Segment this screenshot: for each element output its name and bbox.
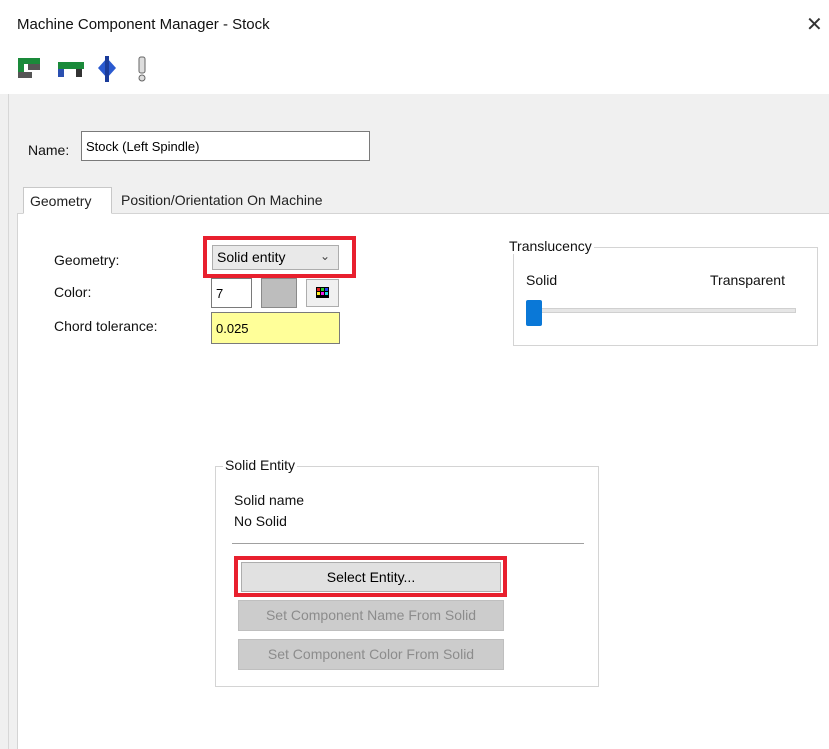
tab-geometry[interactable]: Geometry: [23, 187, 112, 214]
window-title: Machine Component Manager - Stock: [17, 16, 270, 33]
panel-border: [8, 94, 9, 749]
color-number-input[interactable]: [211, 278, 252, 308]
spindle-icon[interactable]: [56, 54, 84, 84]
chord-tolerance-label: Chord tolerance:: [54, 318, 158, 334]
color-picker-button[interactable]: [306, 279, 339, 307]
set-component-color-button[interactable]: Set Component Color From Solid: [238, 639, 504, 670]
set-component-name-button[interactable]: Set Component Name From Solid: [238, 600, 504, 631]
color-palette-icon: [316, 287, 329, 298]
solid-name-label: Solid name: [234, 492, 305, 508]
translucency-group: [513, 247, 818, 346]
tab-position-orientation[interactable]: Position/Orientation On Machine: [115, 187, 375, 214]
solid-name-value: No Solid: [234, 513, 287, 529]
toolbar: [0, 50, 829, 94]
translucency-slider-track[interactable]: [528, 308, 796, 313]
highlight-geometry-select: [203, 236, 356, 278]
translucency-title: Translucency: [507, 238, 594, 254]
name-label: Name:: [28, 142, 70, 158]
chord-tolerance-input[interactable]: [211, 312, 340, 344]
close-icon[interactable]: ✕: [806, 12, 823, 37]
highlight-select-entity: [234, 556, 507, 597]
component-icon[interactable]: [17, 54, 43, 84]
solid-entity-divider: [232, 543, 584, 544]
solid-entity-title: Solid Entity: [223, 457, 298, 473]
exclamation-icon[interactable]: [134, 54, 160, 84]
tool-icon[interactable]: [94, 54, 120, 84]
translucency-transparent-label: Transparent: [710, 272, 785, 288]
translucency-solid-label: Solid: [526, 272, 558, 288]
color-swatch: [261, 278, 297, 308]
translucency-slider-thumb[interactable]: [526, 300, 542, 326]
geometry-label: Geometry:: [54, 252, 120, 268]
color-label: Color:: [54, 284, 92, 300]
name-input[interactable]: [81, 131, 370, 161]
